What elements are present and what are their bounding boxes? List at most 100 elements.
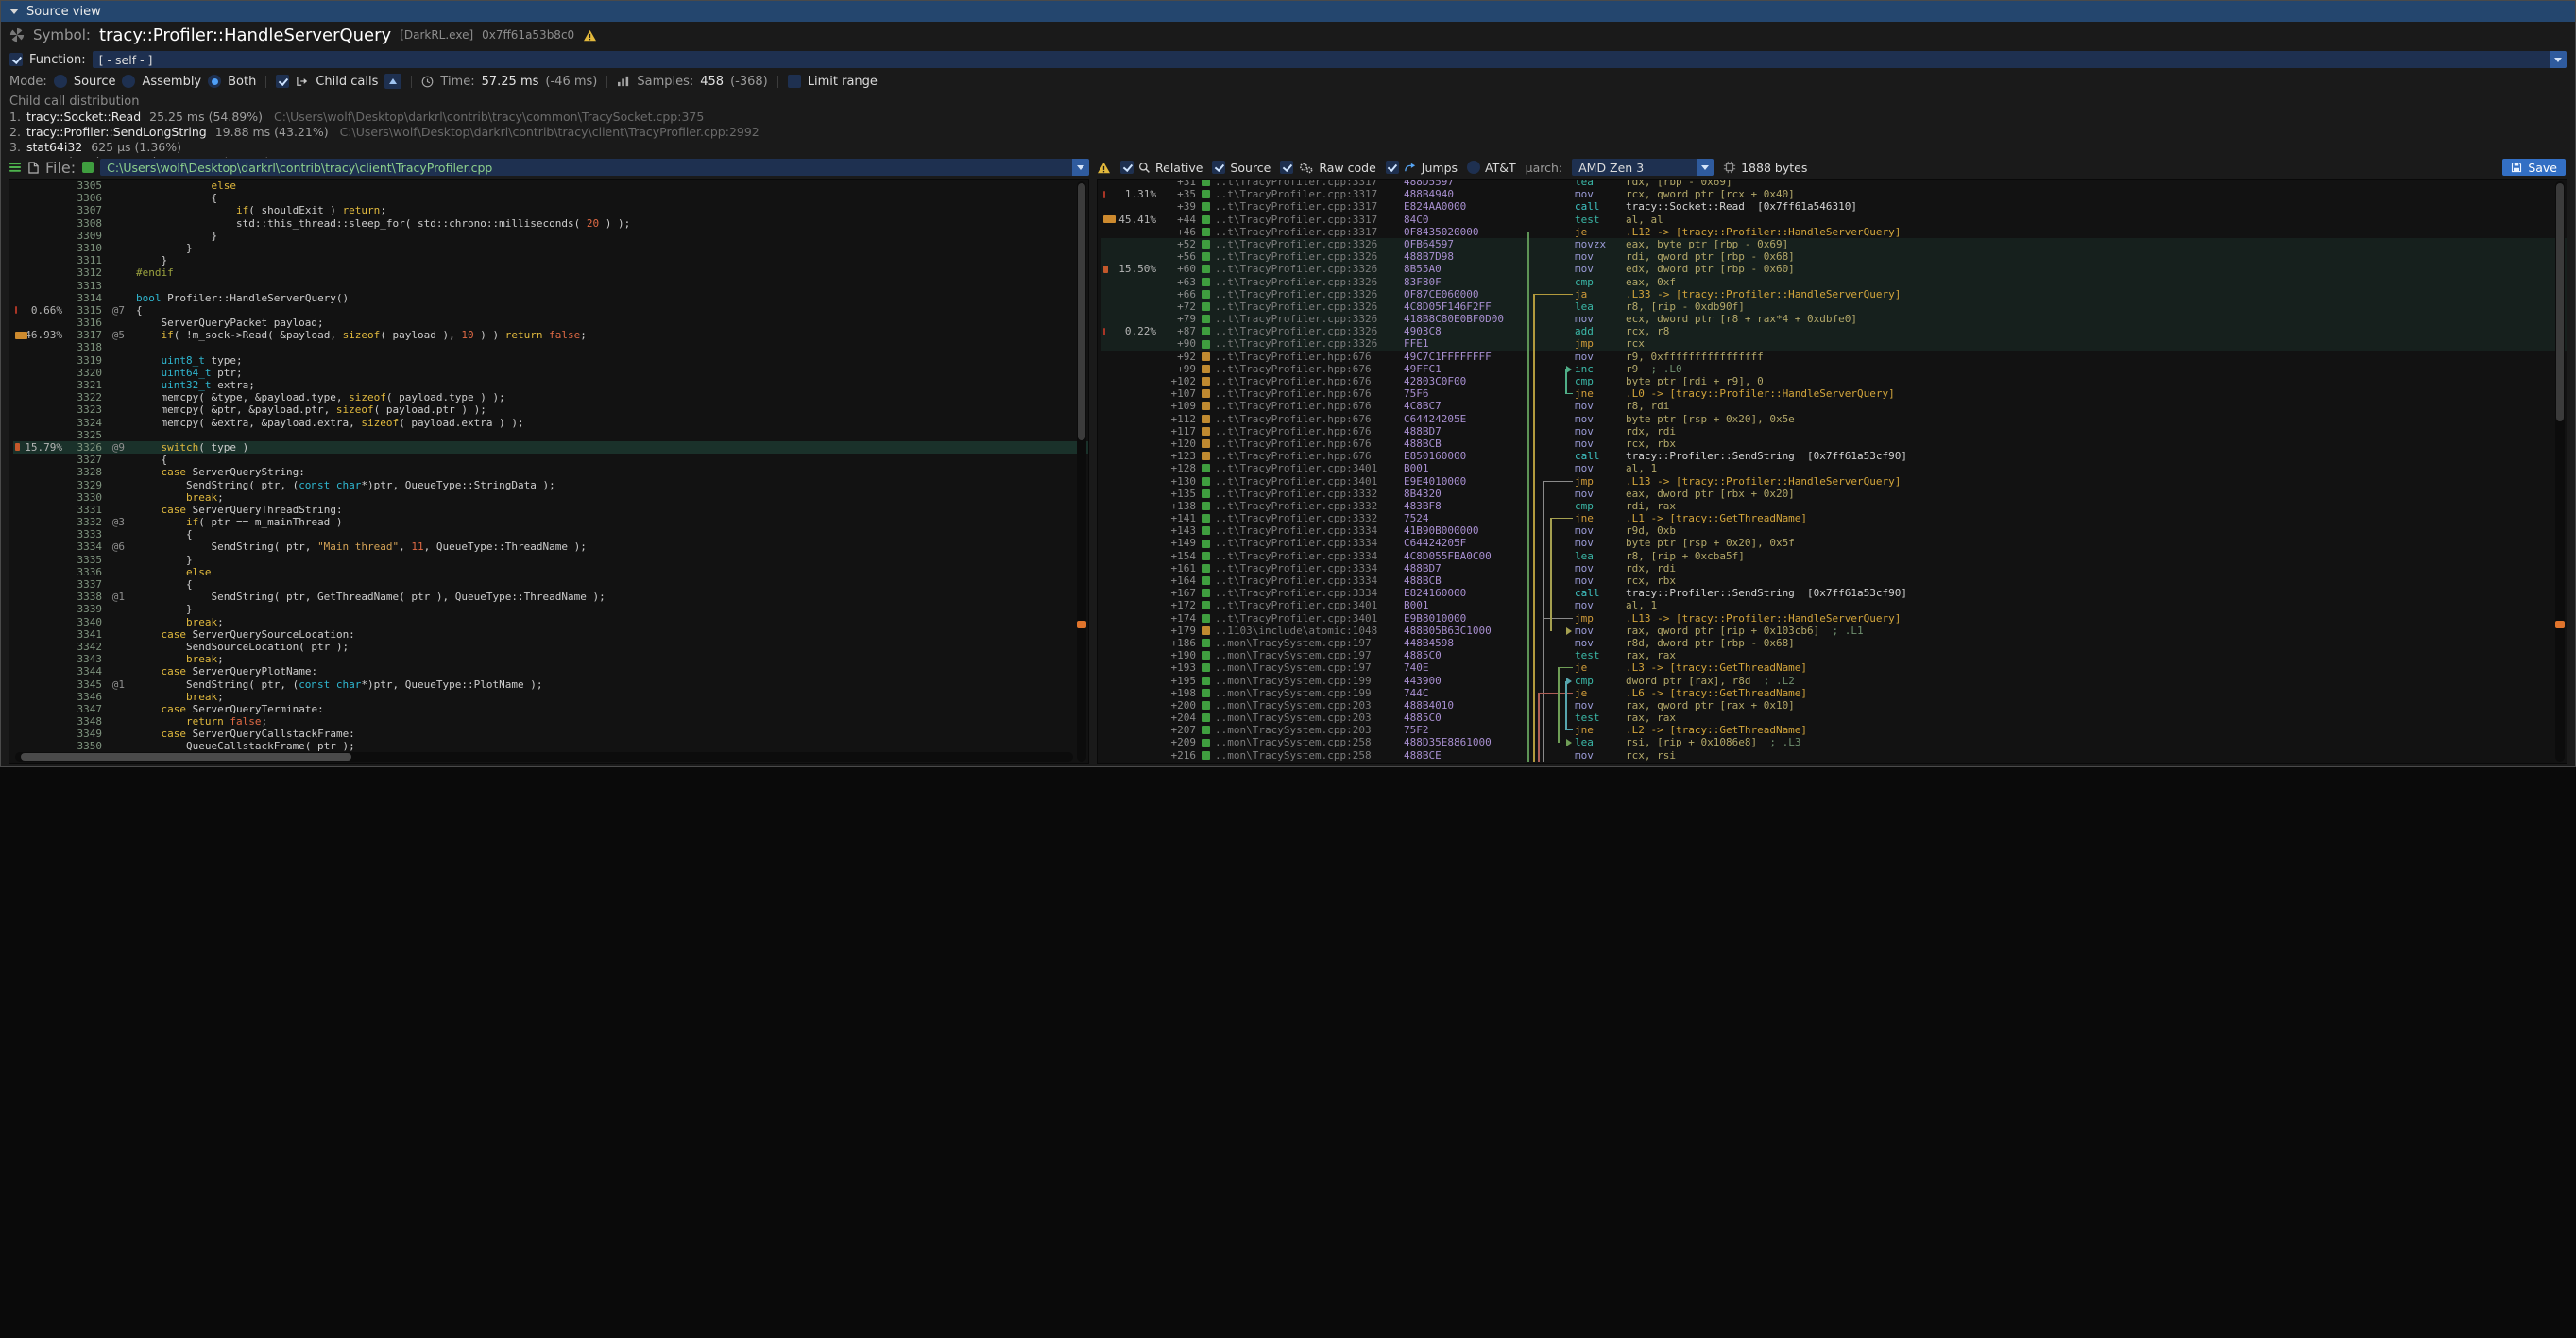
source-line[interactable]: 3327 { — [13, 454, 1088, 466]
asm-source-location[interactable]: ..t\TracyProfiler.cpp:3332 — [1215, 512, 1404, 524]
asm-source-location[interactable]: ..mon\TracySystem.cpp:203 — [1215, 699, 1404, 712]
source-line[interactable]: 3339 } — [13, 603, 1088, 615]
asm-source-location[interactable]: ..t\TracyProfiler.cpp:3332 — [1215, 500, 1404, 512]
asm-source-location[interactable]: ..t\TracyProfiler.cpp:3401 — [1215, 462, 1404, 474]
asm-source-location[interactable]: ..mon\TracySystem.cpp:197 — [1215, 661, 1404, 674]
child-calls-checkbox[interactable] — [276, 75, 289, 88]
asm-row[interactable]: +130..t\TracyProfiler.cpp:3401E9E4010000… — [1101, 475, 2567, 488]
asm-row[interactable]: +79..t\TracyProfiler.cpp:3326418B8C80E0B… — [1101, 313, 2567, 325]
jumps-checkbox[interactable] — [1386, 161, 1399, 174]
asm-row[interactable]: +135..t\TracyProfiler.cpp:33328B4320move… — [1101, 488, 2567, 500]
source-line[interactable]: 3346 break; — [13, 691, 1088, 703]
asm-source-location[interactable]: ..t\TracyProfiler.cpp:3326 — [1215, 300, 1404, 313]
asm-source-location[interactable]: ..t\TracyProfiler.cpp:3334 — [1215, 550, 1404, 562]
asm-row[interactable]: +143..t\TracyProfiler.cpp:333441B90B0000… — [1101, 524, 2567, 537]
asm-row[interactable]: +52..t\TracyProfiler.cpp:33260FB64597mov… — [1101, 238, 2567, 250]
asm-source-location[interactable]: ..t\TracyProfiler.hpp:676 — [1215, 375, 1404, 387]
source-line[interactable]: 3347 case ServerQueryTerminate: — [13, 703, 1088, 715]
source-checkbox[interactable] — [1212, 161, 1225, 174]
asm-source-location[interactable]: ..t\TracyProfiler.hpp:676 — [1215, 425, 1404, 437]
asm-source-location[interactable]: ..t\TracyProfiler.cpp:3317 — [1215, 214, 1404, 226]
radio-mode-assembly[interactable] — [122, 75, 135, 88]
att-syntax-radio[interactable] — [1467, 161, 1480, 174]
source-line[interactable]: 3310 } — [13, 242, 1088, 254]
asm-source-location[interactable]: ..t\TracyProfiler.cpp:3326 — [1215, 325, 1404, 337]
source-line[interactable]: 46.93%3317@5 if( !m_sock->Read( &payload… — [13, 329, 1088, 341]
asm-row[interactable]: +63..t\TracyProfiler.cpp:332683F80Fcmpea… — [1101, 276, 2567, 288]
asm-source-location[interactable]: ..t\TracyProfiler.hpp:676 — [1215, 351, 1404, 363]
limit-range-checkbox[interactable] — [788, 75, 801, 88]
source-line[interactable]: 3305 else — [13, 180, 1088, 192]
source-line[interactable]: 3343 break; — [13, 653, 1088, 665]
source-line[interactable]: 3323 memcpy( &ptr, &payload.ptr, sizeof(… — [13, 403, 1088, 416]
source-line[interactable]: 3335 } — [13, 554, 1088, 566]
source-line[interactable]: 3330 break; — [13, 491, 1088, 504]
asm-row[interactable]: +31..t\TracyProfiler.cpp:3317488D5597lea… — [1101, 179, 2567, 188]
asm-row[interactable]: +207..mon\TracySystem.cpp:20375F2jne.L2 … — [1101, 724, 2567, 736]
source-vertical-scrollbar[interactable] — [1077, 181, 1086, 762]
child-call-item[interactable]: 2.tracy::Profiler::SendLongString19.88 m… — [9, 125, 2567, 140]
file-combo[interactable]: C:\Users\wolf\Desktop\darkrl\contrib\tra… — [100, 159, 1089, 176]
asm-row[interactable]: +186..mon\TracySystem.cpp:197448B4598mov… — [1101, 637, 2567, 649]
asm-source-location[interactable]: ..t\TracyProfiler.cpp:3332 — [1215, 488, 1404, 500]
symbol-list-icon[interactable] — [9, 162, 22, 173]
uarch-combo[interactable]: AMD Zen 3 — [1572, 159, 1714, 176]
asm-source-location[interactable]: ..mon\TracySystem.cpp:197 — [1215, 637, 1404, 649]
asm-row[interactable]: +90..t\TracyProfiler.cpp:3326FFE1jmprcx — [1101, 337, 2567, 350]
source-line[interactable]: 3337 { — [13, 578, 1088, 591]
asm-source-location[interactable]: ..mon\TracySystem.cpp:258 — [1215, 749, 1404, 762]
asm-row[interactable]: +66..t\TracyProfiler.cpp:33260F87CE06000… — [1101, 288, 2567, 300]
asm-row[interactable]: 0.22%+87..t\TracyProfiler.cpp:33264903C8… — [1101, 325, 2567, 337]
asm-row[interactable]: +216..mon\TracySystem.cpp:258488BCEmovrc… — [1101, 749, 2567, 762]
asm-row[interactable]: +92..t\TracyProfiler.hpp:67649C7C1FFFFFF… — [1101, 351, 2567, 363]
source-line[interactable]: 3336 else — [13, 566, 1088, 578]
asm-source-location[interactable]: ..t\TracyProfiler.cpp:3326 — [1215, 313, 1404, 325]
asm-source-location[interactable]: ..mon\TracySystem.cpp:258 — [1215, 736, 1404, 748]
asm-row[interactable]: +193..mon\TracySystem.cpp:197740Eje.L3 -… — [1101, 661, 2567, 674]
source-line[interactable]: 3333 { — [13, 528, 1088, 540]
asm-row[interactable]: +117..t\TracyProfiler.hpp:676488BD7movrd… — [1101, 425, 2567, 437]
asm-row[interactable]: +99..t\TracyProfiler.hpp:67649FFC1incr9 … — [1101, 363, 2567, 375]
source-line[interactable]: 3311 } — [13, 254, 1088, 266]
source-line[interactable]: 3345@1 SendString( ptr, (const char*)ptr… — [13, 678, 1088, 691]
asm-source-location[interactable]: ..t\TracyProfiler.cpp:3334 — [1215, 562, 1404, 575]
asm-source-location[interactable]: ..t\TracyProfiler.cpp:3317 — [1215, 188, 1404, 200]
source-line[interactable]: 3306 { — [13, 192, 1088, 204]
asm-source-location[interactable]: ..t\TracyProfiler.cpp:3317 — [1215, 200, 1404, 213]
asm-row[interactable]: +141..t\TracyProfiler.cpp:33327524jne.L1… — [1101, 512, 2567, 524]
asm-row[interactable]: +172..t\TracyProfiler.cpp:3401B001moval,… — [1101, 599, 2567, 611]
source-line[interactable]: 3319 uint8_t type; — [13, 354, 1088, 367]
function-combo[interactable]: [ - self - ] — [93, 51, 2567, 68]
source-line[interactable]: 3324 memcpy( &extra, &payload.extra, siz… — [13, 417, 1088, 429]
asm-source-location[interactable]: ..t\TracyProfiler.cpp:3326 — [1215, 263, 1404, 275]
source-line[interactable]: 3331 case ServerQueryThreadString: — [13, 504, 1088, 516]
source-line[interactable]: 3316 ServerQueryPacket payload; — [13, 317, 1088, 329]
source-line[interactable]: 3349 case ServerQueryCallstackFrame: — [13, 728, 1088, 740]
asm-row[interactable]: +149..t\TracyProfiler.cpp:3334C64424205F… — [1101, 537, 2567, 549]
asm-source-location[interactable]: ..mon\TracySystem.cpp:203 — [1215, 712, 1404, 724]
asm-source-location[interactable]: ..t\TracyProfiler.hpp:676 — [1215, 400, 1404, 412]
asm-source-location[interactable]: ..t\TracyProfiler.cpp:3334 — [1215, 587, 1404, 599]
source-line[interactable]: 3334@6 SendString( ptr, "Main thread", 1… — [13, 540, 1088, 553]
asm-source-location[interactable]: ..t\TracyProfiler.hpp:676 — [1215, 413, 1404, 425]
radio-mode-source[interactable] — [54, 75, 67, 88]
propagate-inlines-button[interactable] — [384, 74, 401, 89]
child-call-item[interactable]: 1.tracy::Socket::Read25.25 ms (54.89%)C:… — [9, 110, 2567, 125]
source-line[interactable]: 3340 break; — [13, 616, 1088, 628]
source-line[interactable]: 3325 — [13, 429, 1088, 441]
source-line[interactable]: 3344 case ServerQueryPlotName: — [13, 665, 1088, 678]
child-call-item[interactable]: 3.stat64i32625 μs (1.36%) — [9, 140, 2567, 155]
asm-source-location[interactable]: ..mon\TracySystem.cpp:199 — [1215, 687, 1404, 699]
warning-icon[interactable] — [1097, 162, 1111, 174]
asm-row[interactable]: +164..t\TracyProfiler.cpp:3334488BCBmovr… — [1101, 575, 2567, 587]
asm-source-location[interactable]: ..mon\TracySystem.cpp:197 — [1215, 649, 1404, 661]
source-line[interactable]: 15.79%3326@9 switch( type ) — [13, 441, 1088, 454]
asm-row[interactable]: +72..t\TracyProfiler.cpp:33264C8D05F146F… — [1101, 300, 2567, 313]
asm-row[interactable]: +123..t\TracyProfiler.hpp:676E850160000c… — [1101, 450, 2567, 462]
asm-row[interactable]: +120..t\TracyProfiler.hpp:676488BCBmovrc… — [1101, 437, 2567, 450]
warning-icon[interactable] — [583, 29, 597, 42]
source-line[interactable]: 3350 QueueCallstackFrame( ptr ); — [13, 740, 1088, 752]
asm-row[interactable]: +174..t\TracyProfiler.cpp:3401E9B8010000… — [1101, 612, 2567, 625]
asm-source-location[interactable]: ..t\TracyProfiler.hpp:676 — [1215, 387, 1404, 400]
asm-row[interactable]: +102..t\TracyProfiler.hpp:67642803C0F00c… — [1101, 375, 2567, 387]
